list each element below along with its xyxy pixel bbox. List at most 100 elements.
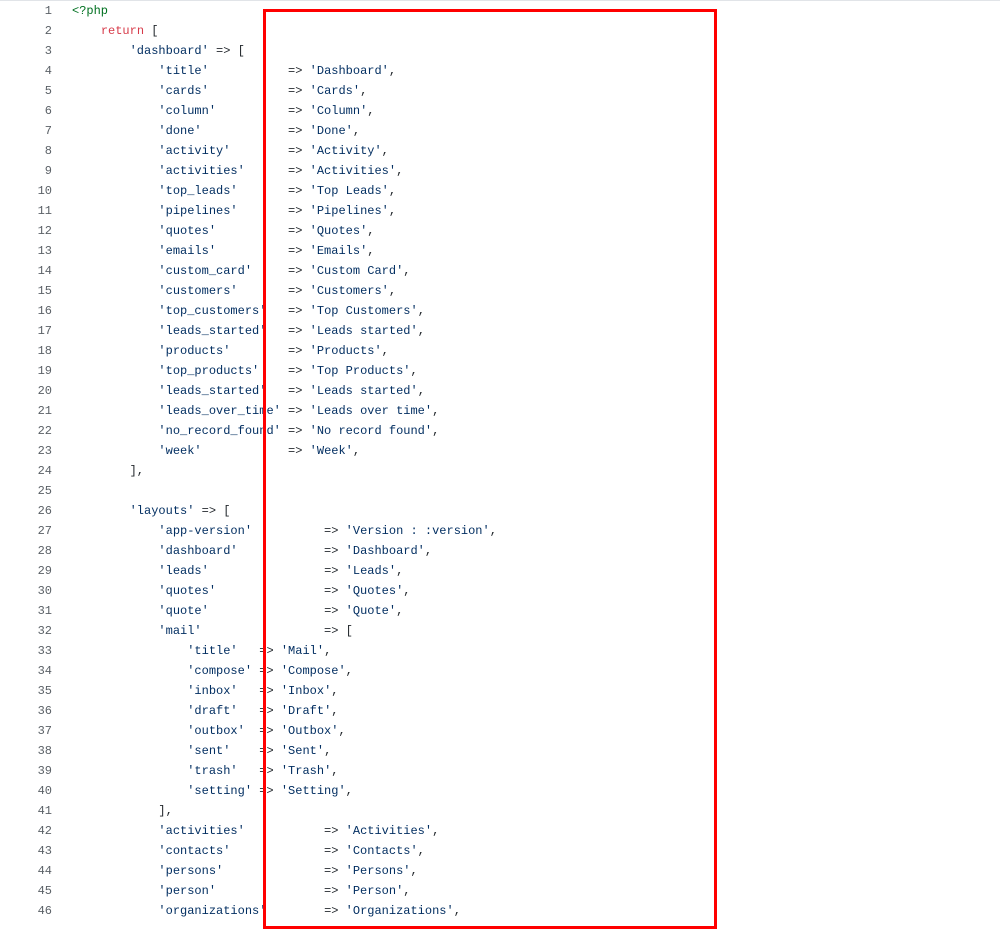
line-number[interactable]: 18 — [0, 341, 62, 361]
line-number[interactable]: 32 — [0, 621, 62, 641]
line-number[interactable]: 23 — [0, 441, 62, 461]
line-content[interactable]: 'inbox' => 'Inbox', — [62, 681, 1000, 701]
line-content[interactable]: 'organizations' => 'Organizations', — [62, 901, 1000, 921]
line-number[interactable]: 33 — [0, 641, 62, 661]
line-content[interactable]: 'persons' => 'Persons', — [62, 861, 1000, 881]
line-content[interactable]: 'emails' => 'Emails', — [62, 241, 1000, 261]
line-content[interactable]: 'pipelines' => 'Pipelines', — [62, 201, 1000, 221]
line-content[interactable]: 'contacts' => 'Contacts', — [62, 841, 1000, 861]
line-content[interactable]: <?php — [62, 1, 1000, 21]
line-number[interactable]: 4 — [0, 61, 62, 81]
token: => — [230, 144, 309, 158]
line-number[interactable]: 39 — [0, 761, 62, 781]
line-number[interactable]: 12 — [0, 221, 62, 241]
line-content[interactable]: 'dashboard' => [ — [62, 41, 1000, 61]
line-content[interactable]: 'leads' => 'Leads', — [62, 561, 1000, 581]
token: 'leads_over_time' — [158, 404, 280, 418]
code-line: 20 'leads_started' => 'Leads started', — [0, 381, 1000, 401]
line-content[interactable]: 'person' => 'Person', — [62, 881, 1000, 901]
line-content[interactable]: 'leads_started' => 'Leads started', — [62, 381, 1000, 401]
line-content[interactable]: 'dashboard' => 'Dashboard', — [62, 541, 1000, 561]
line-number[interactable]: 21 — [0, 401, 62, 421]
line-number[interactable]: 10 — [0, 181, 62, 201]
line-content[interactable]: 'leads_started' => 'Leads started', — [62, 321, 1000, 341]
line-content[interactable]: 'app-version' => 'Version : :version', — [62, 521, 1000, 541]
line-content[interactable]: 'quotes' => 'Quotes', — [62, 581, 1000, 601]
line-number[interactable]: 17 — [0, 321, 62, 341]
line-content[interactable]: 'setting' => 'Setting', — [62, 781, 1000, 801]
line-content[interactable]: 'top_leads' => 'Top Leads', — [62, 181, 1000, 201]
line-content[interactable]: ], — [62, 801, 1000, 821]
line-content[interactable]: 'top_customers' => 'Top Customers', — [62, 301, 1000, 321]
line-number[interactable]: 15 — [0, 281, 62, 301]
line-number[interactable]: 44 — [0, 861, 62, 881]
line-number[interactable]: 11 — [0, 201, 62, 221]
line-number[interactable]: 36 — [0, 701, 62, 721]
line-content[interactable]: return [ — [62, 21, 1000, 41]
line-number[interactable]: 22 — [0, 421, 62, 441]
line-number[interactable]: 19 — [0, 361, 62, 381]
line-content[interactable] — [62, 481, 1000, 501]
line-number[interactable]: 24 — [0, 461, 62, 481]
line-content[interactable]: 'products' => 'Products', — [62, 341, 1000, 361]
line-number[interactable]: 35 — [0, 681, 62, 701]
token: => — [209, 564, 346, 578]
line-content[interactable]: 'activity' => 'Activity', — [62, 141, 1000, 161]
line-content[interactable]: 'title' => 'Mail', — [62, 641, 1000, 661]
line-content[interactable]: 'title' => 'Dashboard', — [62, 61, 1000, 81]
line-content[interactable]: 'week' => 'Week', — [62, 441, 1000, 461]
line-number[interactable]: 27 — [0, 521, 62, 541]
line-number[interactable]: 28 — [0, 541, 62, 561]
line-number[interactable]: 29 — [0, 561, 62, 581]
line-content[interactable]: 'column' => 'Column', — [62, 101, 1000, 121]
line-content[interactable]: 'trash' => 'Trash', — [62, 761, 1000, 781]
line-number[interactable]: 13 — [0, 241, 62, 261]
line-number[interactable]: 41 — [0, 801, 62, 821]
line-content[interactable]: 'quotes' => 'Quotes', — [62, 221, 1000, 241]
line-content[interactable]: 'done' => 'Done', — [62, 121, 1000, 141]
line-content[interactable]: 'top_products' => 'Top Products', — [62, 361, 1000, 381]
line-number[interactable]: 5 — [0, 81, 62, 101]
line-content[interactable]: ], — [62, 461, 1000, 481]
line-content[interactable]: 'layouts' => [ — [62, 501, 1000, 521]
line-number[interactable]: 16 — [0, 301, 62, 321]
line-content[interactable]: 'leads_over_time' => 'Leads over time', — [62, 401, 1000, 421]
line-number[interactable]: 9 — [0, 161, 62, 181]
token: 'leads' — [158, 564, 208, 578]
line-content[interactable]: 'compose' => 'Compose', — [62, 661, 1000, 681]
line-number[interactable]: 1 — [0, 1, 62, 21]
line-number[interactable]: 14 — [0, 261, 62, 281]
line-content[interactable]: 'cards' => 'Cards', — [62, 81, 1000, 101]
line-number[interactable]: 26 — [0, 501, 62, 521]
line-content[interactable]: 'customers' => 'Customers', — [62, 281, 1000, 301]
line-number[interactable]: 34 — [0, 661, 62, 681]
line-content[interactable]: 'mail' => [ — [62, 621, 1000, 641]
line-number[interactable]: 8 — [0, 141, 62, 161]
line-content[interactable]: 'outbox' => 'Outbox', — [62, 721, 1000, 741]
line-number[interactable]: 42 — [0, 821, 62, 841]
line-content[interactable]: 'no_record_found' => 'No record found', — [62, 421, 1000, 441]
line-number[interactable]: 7 — [0, 121, 62, 141]
token: 'Quotes' — [346, 584, 404, 598]
line-content[interactable]: 'activities' => 'Activities', — [62, 161, 1000, 181]
line-content[interactable]: 'quote' => 'Quote', — [62, 601, 1000, 621]
token: => — [281, 424, 310, 438]
line-content[interactable]: 'draft' => 'Draft', — [62, 701, 1000, 721]
code-line: 45 'person' => 'Person', — [0, 881, 1000, 901]
line-number[interactable]: 37 — [0, 721, 62, 741]
line-number[interactable]: 45 — [0, 881, 62, 901]
line-number[interactable]: 30 — [0, 581, 62, 601]
line-content[interactable]: 'custom_card' => 'Custom Card', — [62, 261, 1000, 281]
line-number[interactable]: 6 — [0, 101, 62, 121]
line-number[interactable]: 46 — [0, 901, 62, 921]
line-number[interactable]: 3 — [0, 41, 62, 61]
line-number[interactable]: 43 — [0, 841, 62, 861]
line-number[interactable]: 20 — [0, 381, 62, 401]
line-number[interactable]: 31 — [0, 601, 62, 621]
line-number[interactable]: 25 — [0, 481, 62, 501]
line-number[interactable]: 38 — [0, 741, 62, 761]
line-content[interactable]: 'activities' => 'Activities', — [62, 821, 1000, 841]
line-content[interactable]: 'sent' => 'Sent', — [62, 741, 1000, 761]
line-number[interactable]: 2 — [0, 21, 62, 41]
line-number[interactable]: 40 — [0, 781, 62, 801]
